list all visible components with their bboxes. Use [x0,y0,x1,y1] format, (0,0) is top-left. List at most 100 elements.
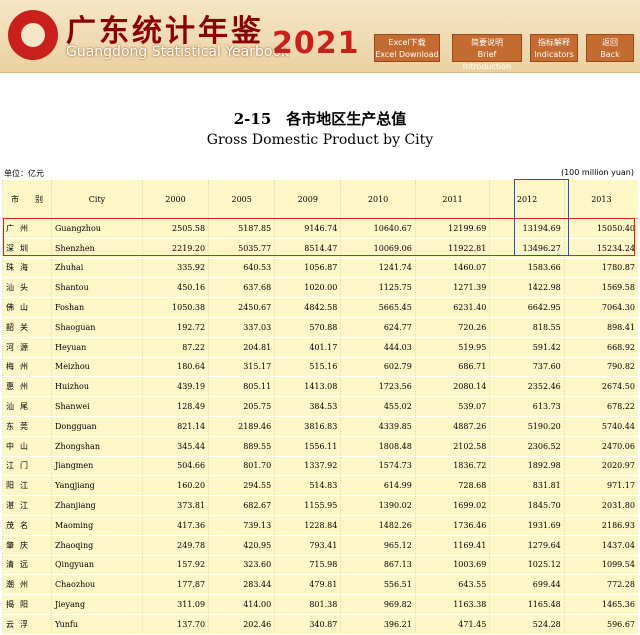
back-button[interactable]: 返回 Back [586,34,634,62]
gdp-value: 1699.02 [414,495,490,516]
city-name-cn: 东莞 [2,416,52,437]
gdp-value: 772.28 [563,574,638,596]
gdp-value: 1836.72 [414,456,490,477]
city-name-en: Qingyuan [51,555,143,576]
city-name-en: Zhuhai [51,258,143,279]
city-name-en: Zhongshan [51,436,143,457]
table-row: 潮州 Chaozhou 177.87 283.44 479.81 556.51 643.55… [2,574,638,596]
city-name-cn: 汕头 [2,277,52,299]
gdp-value: 1931.69 [489,515,565,536]
gdp-value: 157.92 [141,555,209,576]
gdp-value: 965.12 [340,535,416,556]
gdp-value: 1056.87 [274,258,341,279]
table-row: 河源 Heyuan 87.22 204.81 401.17 444.03 519.95 591… [2,337,638,358]
gdp-value: 323.60 [208,555,275,576]
gdp-value: 596.67 [563,614,638,635]
table-row: 清远 Qingyuan 157.92 323.60 715.98 867.13 1003.6… [2,555,638,576]
gdp-value: 205.75 [208,396,275,417]
table-row: 东莞 Dongguan 821.14 2189.46 3816.83 4339.85 488… [2,416,638,437]
gdp-value: 739.13 [208,515,275,536]
gdp-value: 444.03 [340,337,416,358]
gdp-value: 790.82 [563,357,638,378]
table-row: 佛山 Foshan 1050.38 2450.67 4842.58 5665.45 6231… [2,297,638,318]
excel-download-button[interactable]: Excel下载 Excel Download [374,34,440,62]
gdp-value: 1241.74 [340,258,416,279]
table-row: 梅州 Meizhou 180.64 315.17 515.16 602.79 686.71 7… [2,357,638,378]
gdp-value: 1165.48 [489,594,565,615]
gdp-value: 87.22 [141,337,209,358]
gdp-value: 7064.30 [563,297,638,318]
gdp-value: 345.44 [141,436,209,457]
back-en: Back [600,50,620,59]
gdp-value: 340.87 [274,614,341,635]
gdp-value: 613.73 [489,396,565,417]
gdp-value: 1808.48 [340,436,416,457]
city-name-cn: 珠海 [2,258,52,279]
gdp-value: 294.55 [208,475,275,497]
gdp-value: 1556.11 [274,436,341,457]
gdp-value: 479.81 [274,574,341,596]
gdp-value: 821.14 [141,416,209,437]
city-name-cn: 佛山 [2,297,52,318]
city-name-en: Foshan [51,297,143,318]
gdp-value: 1025.12 [489,555,565,576]
table-row: 汕头 Shantou 450.16 637.68 1020.00 1125.75 1271.… [2,277,638,299]
city-name-cn: 潮州 [2,574,52,596]
table-row: 韶关 Shaoguan 192.72 337.03 570.88 624.77 720.26… [2,317,638,338]
gdp-value: 5190.20 [489,416,565,437]
gdp-value: 4842.58 [274,297,341,318]
gdp-value: 1892.98 [489,456,565,477]
gdp-value: 455.02 [340,396,416,417]
gdp-value: 898.41 [563,317,638,338]
gdp-value: 417.36 [141,515,209,536]
gdp-value: 524.28 [489,614,565,635]
gdp-value: 504.66 [141,456,209,477]
table-title-cn: 2-15 各市地区生产总值 [233,110,407,128]
unit-cn: 单位：亿元 [4,169,44,178]
header-year: 2000 [141,180,209,219]
table-row: 云浮 Yunfu 137.70 202.46 340.87 396.21 471.45 524… [2,614,638,635]
gdp-value: 2080.14 [414,376,490,398]
header-city-cn: 市 别 [2,180,52,219]
table-title-en: Gross Domestic Product by City [206,132,434,148]
gdp-value: 137.70 [141,614,209,635]
excel-download-en: Excel Download [375,50,439,59]
gdp-value: 2306.52 [489,436,565,457]
gdp-value: 1569.58 [563,277,638,299]
gdp-value: 1020.00 [274,277,341,299]
city-name-cn: 肇庆 [2,535,52,556]
city-name-cn: 云浮 [2,614,52,635]
gdp-value: 805.11 [208,376,275,398]
brief-introduction-button[interactable]: 简要说明 Brief Introduction [452,34,522,71]
header-year: 2013 [563,180,638,219]
indicators-button[interactable]: 指标解释 Indicators [530,34,578,62]
city-name-cn: 湛江 [2,495,52,516]
gdp-value: 678.22 [563,396,638,417]
gdp-value: 337.03 [208,317,275,338]
gdp-value: 180.64 [141,357,209,378]
gdp-value: 420.95 [208,535,275,556]
city-name-en: Huizhou [51,376,143,398]
city-name-en: Yangjiang [51,475,143,497]
gdp-value: 1003.69 [414,555,490,576]
year-label: 2021 [272,26,360,61]
gdp-value: 515.16 [274,357,341,378]
city-name-cn: 阳江 [2,475,52,497]
gdp-value: 192.72 [141,317,209,338]
gdp-value: 283.44 [208,574,275,596]
gdp-value: 3816.83 [274,416,341,437]
gdp-value: 4887.26 [414,416,490,437]
gdp-value: 2189.46 [208,416,275,437]
gdp-value: 637.68 [208,277,275,299]
table-row: 肇庆 Zhaoqing 249.78 420.95 793.41 965.12 1169.4… [2,535,638,556]
gdp-value: 1125.75 [340,277,416,299]
gdp-value: 556.51 [340,574,416,596]
brief-introduction-cn: 简要说明 [471,38,503,47]
gdp-value: 2031.80 [563,495,638,516]
gdp-value: 315.17 [208,357,275,378]
brief-introduction-en: Brief Introduction [462,50,512,71]
gdp-value: 1155.95 [274,495,341,516]
gdp-value: 2450.67 [208,297,275,318]
city-name-cn: 梅州 [2,357,52,378]
highlight-box-2012 [514,179,569,256]
